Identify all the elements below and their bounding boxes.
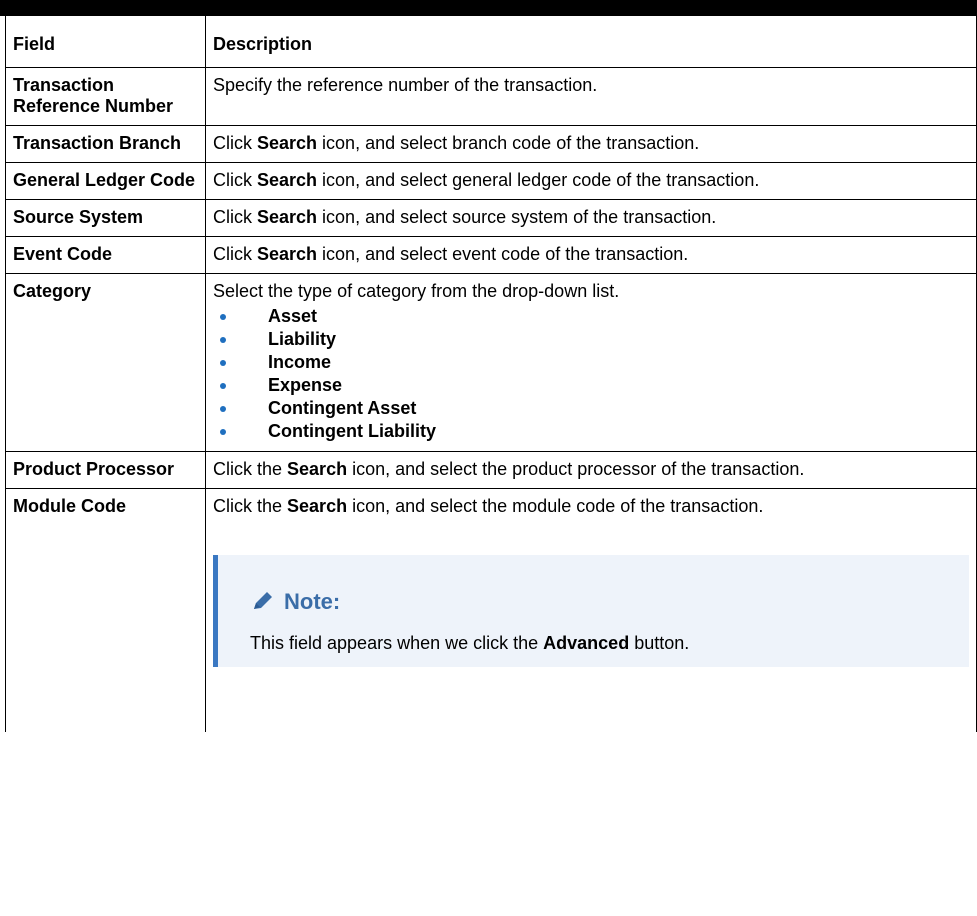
- note-text: button.: [629, 633, 690, 653]
- bullet-icon: [220, 383, 226, 389]
- note-title: Note:: [284, 588, 341, 614]
- field-description: Click Search icon, and select general le…: [205, 162, 977, 200]
- desc-text: Click the: [213, 459, 288, 479]
- bullet-icon: [220, 314, 226, 320]
- pencil-icon: [254, 592, 272, 609]
- field-name: Module Code: [5, 488, 206, 732]
- list-item: Expense: [213, 374, 969, 397]
- desc-text: icon, and select the product processor o…: [347, 459, 805, 479]
- header-field: Field: [5, 16, 206, 68]
- option-label: Income: [268, 352, 332, 372]
- desc-text: Select the type of category from the dro…: [213, 281, 620, 301]
- field-description: Specify the reference number of the tran…: [205, 67, 977, 126]
- field-name: Transaction Reference Number: [5, 67, 206, 126]
- option-label: Contingent Asset: [268, 398, 417, 418]
- desc-text: icon, and select event code of the trans…: [317, 244, 689, 264]
- category-options-list: Asset Liability Income Expense Contingen…: [213, 305, 969, 443]
- desc-bold: Search: [257, 207, 318, 227]
- desc-bold: Search: [287, 496, 348, 516]
- list-item: Liability: [213, 328, 969, 351]
- field-name: Transaction Branch: [5, 125, 206, 163]
- list-item: Asset: [213, 305, 969, 328]
- bullet-icon: [220, 337, 226, 343]
- bullet-icon: [220, 360, 226, 366]
- field-description: Click the Search icon, and select the pr…: [205, 451, 977, 489]
- option-label: Contingent Liability: [268, 421, 436, 441]
- table-row: Source System Click Search icon, and sel…: [5, 199, 977, 237]
- note-header: Note:: [250, 589, 949, 613]
- field-name: Category: [5, 273, 206, 452]
- desc-text: Click: [213, 170, 257, 190]
- field-description: Click Search icon, and select event code…: [205, 236, 977, 274]
- list-item: Income: [213, 351, 969, 374]
- note-callout: Note: This field appears when we click t…: [213, 555, 969, 667]
- field-name: Event Code: [5, 236, 206, 274]
- header-description: Description: [205, 16, 977, 68]
- desc-text: Click: [213, 244, 257, 264]
- option-label: Expense: [268, 375, 343, 395]
- table-row: Product Processor Click the Search icon,…: [5, 451, 977, 489]
- field-name: Product Processor: [5, 451, 206, 489]
- field-description: Click Search icon, and select branch cod…: [205, 125, 977, 163]
- desc-text: Click the Search icon, and select the mo…: [213, 496, 969, 517]
- table-row: Category Select the type of category fro…: [5, 273, 977, 452]
- note-body: This field appears when we click the Adv…: [250, 633, 949, 654]
- desc-bold: Search: [257, 133, 318, 153]
- list-item: Contingent Liability: [213, 420, 969, 443]
- table-row: Event Code Click Search icon, and select…: [5, 236, 977, 274]
- field-name: Source System: [5, 199, 206, 237]
- desc-text: icon, and select branch code of the tran…: [317, 133, 700, 153]
- bullet-icon: [220, 406, 226, 412]
- table-row: Transaction Branch Click Search icon, an…: [5, 125, 977, 163]
- field-description-table: Field Description Transaction Reference …: [5, 16, 977, 732]
- field-description: Select the type of category from the dro…: [205, 273, 977, 452]
- desc-text: Click: [213, 133, 257, 153]
- field-description: Click the Search icon, and select the mo…: [205, 488, 977, 732]
- field-description: Click Search icon, and select source sys…: [205, 199, 977, 237]
- table-header-row: Field Description: [5, 16, 977, 68]
- note-text: This field appears when we click the: [250, 633, 544, 653]
- desc-bold: Search: [257, 170, 318, 190]
- table-row: Transaction Reference Number Specify the…: [5, 67, 977, 126]
- table-row: Module Code Click the Search icon, and s…: [5, 488, 977, 732]
- desc-text: icon, and select source system of the tr…: [317, 207, 717, 227]
- desc-bold: Search: [287, 459, 348, 479]
- option-label: Asset: [268, 306, 318, 326]
- desc-text: Click the: [213, 496, 288, 516]
- list-item: Contingent Asset: [213, 397, 969, 420]
- top-rule: [0, 0, 977, 16]
- desc-text: Click: [213, 207, 257, 227]
- bullet-icon: [220, 429, 226, 435]
- note-bold: Advanced: [543, 633, 630, 653]
- desc-bold: Search: [257, 244, 318, 264]
- desc-text: icon, and select the module code of the …: [347, 496, 764, 516]
- option-label: Liability: [268, 329, 337, 349]
- desc-text: icon, and select general ledger code of …: [317, 170, 760, 190]
- table-row: General Ledger Code Click Search icon, a…: [5, 162, 977, 200]
- field-name: General Ledger Code: [5, 162, 206, 200]
